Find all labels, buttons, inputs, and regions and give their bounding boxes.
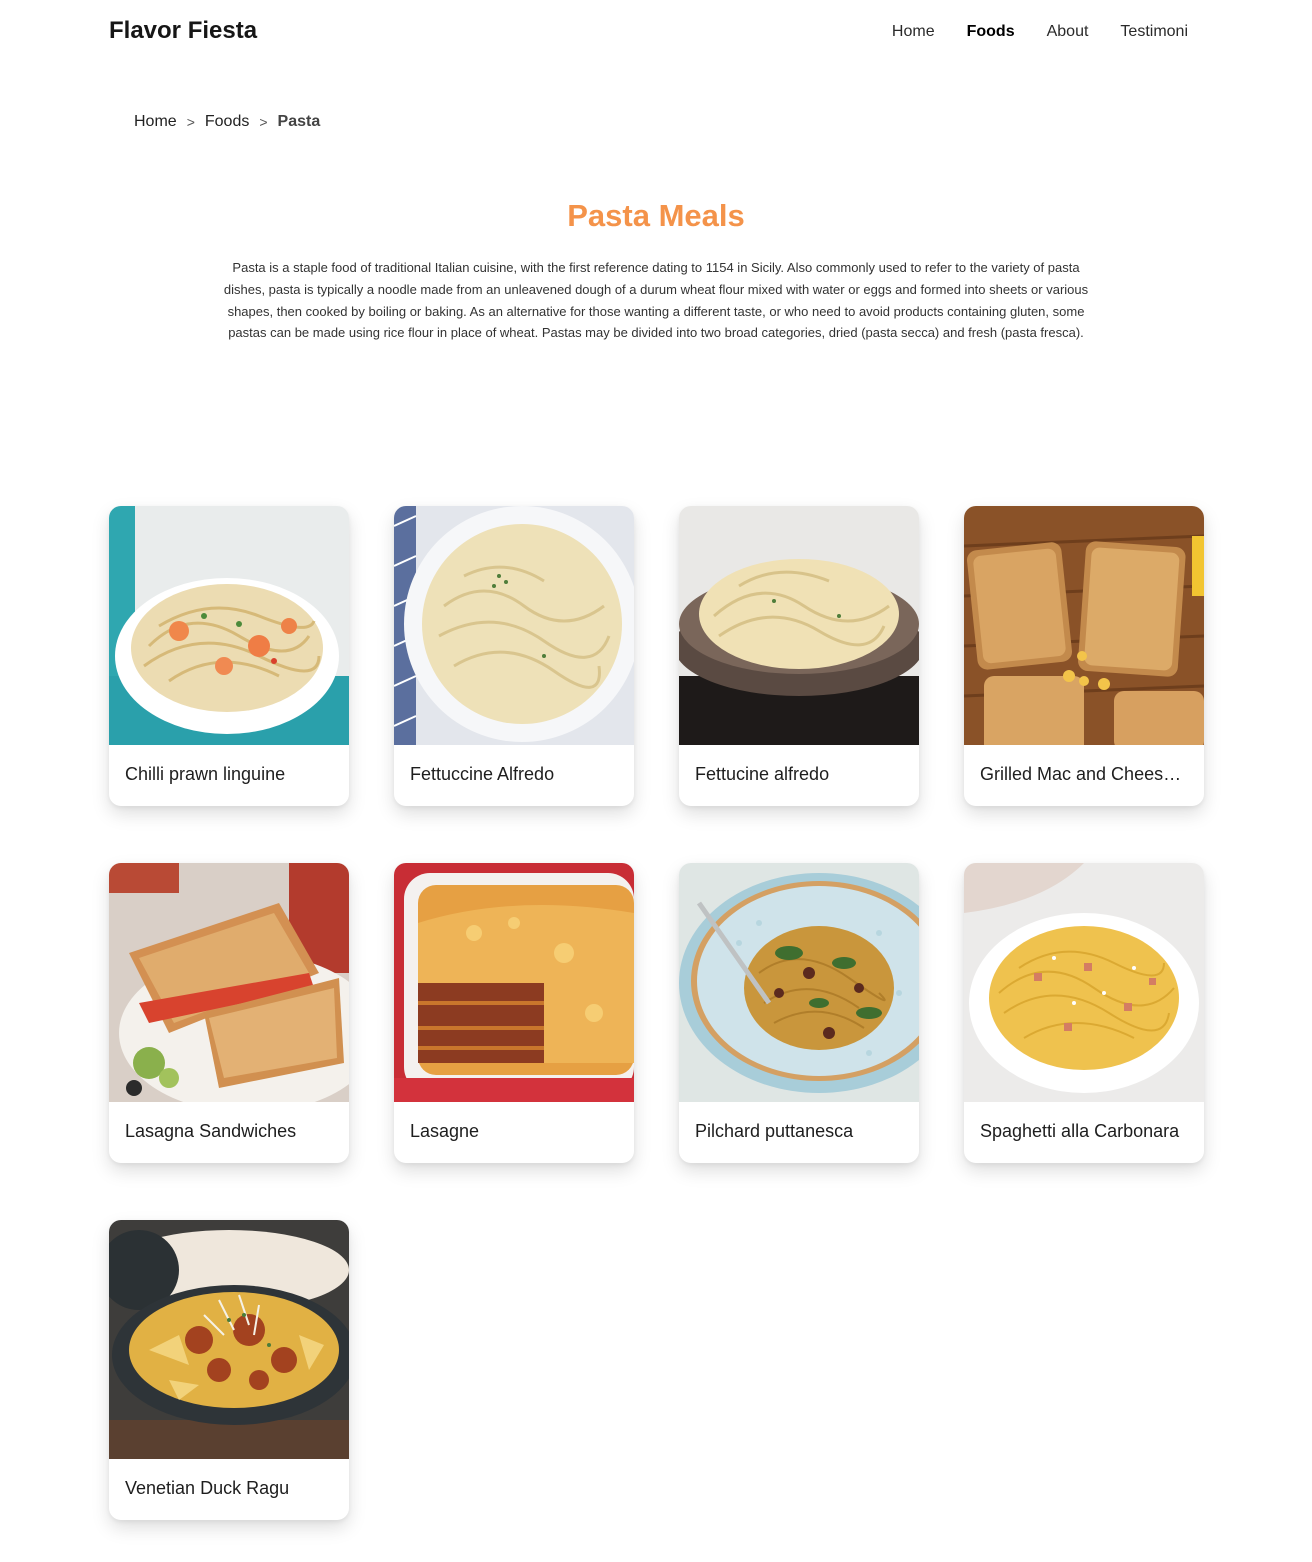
breadcrumb-separator: >	[259, 114, 268, 130]
breadcrumb-home[interactable]: Home	[134, 113, 177, 131]
breadcrumb-current: Pasta	[277, 113, 321, 130]
meal-card[interactable]: Fettucine alfredo	[679, 506, 919, 806]
meal-photo	[679, 863, 919, 1102]
top-navbar: Flavor Fiesta Home Foods About Testimoni	[0, 0, 1312, 64]
meal-name: Lasagne	[410, 1121, 480, 1141]
meal-card[interactable]: Chilli prawn linguine	[109, 506, 349, 806]
meal-name: Spaghetti alla Carbonara	[980, 1121, 1180, 1141]
meal-image	[679, 506, 919, 745]
meal-card[interactable]: Fettuccine Alfredo	[394, 506, 634, 806]
meal-name: Pilchard puttanesca	[695, 1121, 854, 1141]
meal-card[interactable]: Lasagne	[394, 863, 634, 1163]
page-description: Pasta is a staple food of traditional It…	[223, 260, 1089, 341]
meal-image	[964, 506, 1204, 745]
meal-image	[394, 863, 634, 1102]
meal-name: Fettuccine Alfredo	[410, 764, 555, 784]
meal-photo	[394, 506, 634, 745]
meal-name: Chilli prawn linguine	[125, 764, 286, 784]
nav-menu: Home Foods About Testimoni	[892, 22, 1188, 42]
meal-image	[964, 863, 1204, 1102]
meal-image	[109, 863, 349, 1102]
meal-card[interactable]: Grilled Mac and Cheese Sandwich	[964, 506, 1204, 806]
nav-link-home[interactable]: Home	[892, 22, 935, 42]
breadcrumb-foods[interactable]: Foods	[205, 113, 249, 131]
meal-card[interactable]: Venetian Duck Ragu	[109, 1220, 349, 1520]
meal-grid: Chilli prawn linguine Fettuccine Alfredo…	[109, 506, 1204, 1520]
brand-logo[interactable]: Flavor Fiesta	[109, 17, 257, 45]
meal-image	[679, 863, 919, 1102]
nav-link-foods[interactable]: Foods	[967, 22, 1015, 42]
meal-card[interactable]: Lasagna Sandwiches	[109, 863, 349, 1163]
breadcrumb: Home > Foods > Pasta	[134, 113, 320, 131]
meal-photo	[109, 1220, 349, 1459]
meal-image	[109, 1220, 349, 1459]
meal-photo	[964, 506, 1204, 745]
meal-name: Grilled Mac and Cheese Sandwich	[980, 764, 1204, 784]
meal-image	[109, 506, 349, 745]
meal-photo	[394, 863, 634, 1102]
meal-name: Lasagna Sandwiches	[125, 1121, 297, 1141]
meal-photo	[679, 506, 919, 745]
meal-photo	[109, 506, 349, 745]
meal-name: Fettucine alfredo	[695, 764, 830, 784]
meal-name: Venetian Duck Ragu	[125, 1478, 290, 1498]
meal-card[interactable]: Pilchard puttanesca	[679, 863, 919, 1163]
meal-photo	[964, 863, 1204, 1102]
meal-photo	[109, 863, 349, 1102]
page-title: Pasta Meals	[567, 198, 745, 233]
breadcrumb-separator: >	[186, 114, 195, 130]
meal-image	[394, 506, 634, 745]
nav-link-testimoni[interactable]: Testimoni	[1120, 22, 1188, 42]
meal-card[interactable]: Spaghetti alla Carbonara	[964, 863, 1204, 1163]
nav-link-about[interactable]: About	[1047, 22, 1089, 42]
